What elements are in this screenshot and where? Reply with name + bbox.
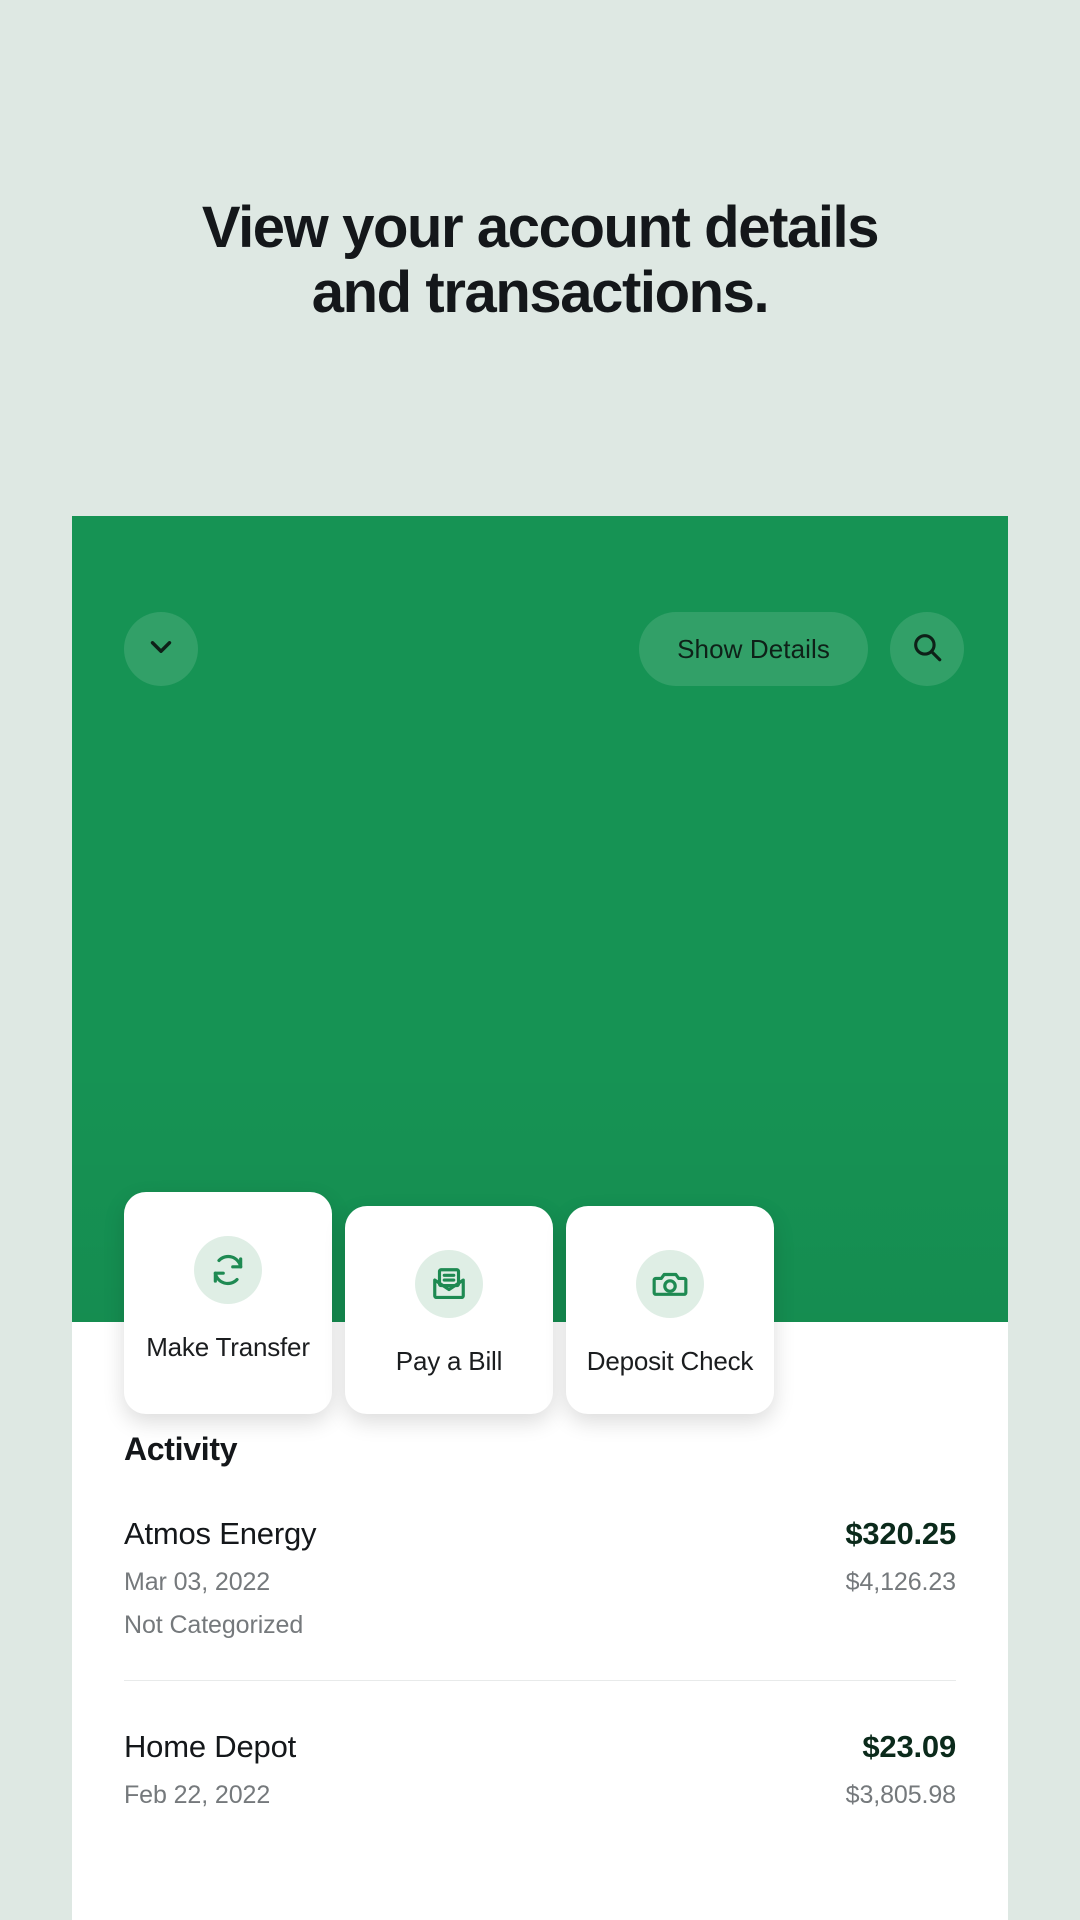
transfer-sync-icon xyxy=(194,1236,262,1304)
promo-heading-line-1: View your account details xyxy=(201,195,880,260)
quick-action-deposit-check[interactable]: Deposit Check xyxy=(566,1206,774,1414)
hero-topbar-actions: Show Details xyxy=(639,612,964,686)
transaction-running-balance: $4,126.23 xyxy=(845,1568,956,1596)
collapse-account-button[interactable] xyxy=(124,612,198,686)
transaction-amount: $320.25 xyxy=(845,1516,956,1551)
transaction-category: Not Categorized xyxy=(124,1611,304,1639)
quick-action-make-transfer[interactable]: Make Transfer xyxy=(124,1192,332,1414)
chevron-down-icon xyxy=(144,630,178,669)
camera-icon xyxy=(636,1250,704,1318)
show-details-button[interactable]: Show Details xyxy=(639,612,868,686)
transaction-merchant: Atmos Energy xyxy=(124,1516,317,1551)
quick-action-pay-a-bill[interactable]: Pay a Bill xyxy=(345,1206,553,1414)
quick-action-label: Deposit Check xyxy=(586,1346,754,1376)
transaction-date: Feb 22, 2022 xyxy=(124,1781,271,1809)
search-icon xyxy=(910,630,944,669)
hero-topbar: Show Details xyxy=(124,612,964,686)
transaction-secondary-row: Mar 03, 2022 $4,126.23 xyxy=(124,1568,956,1597)
transaction-merchant: Home Depot xyxy=(124,1729,297,1764)
bill-envelope-icon xyxy=(415,1250,483,1318)
transaction-primary-row: Atmos Energy $320.25 xyxy=(124,1516,956,1552)
quick-actions: Make Transfer Pay a Bill Deposit Check xyxy=(124,1192,774,1414)
promo-heading-line-2: and transactions. xyxy=(311,259,770,325)
quick-action-label: Pay a Bill xyxy=(395,1346,503,1376)
phone-screen: Show Details Primary Checking ····3254 xyxy=(72,516,1008,1920)
table-row[interactable]: Atmos Energy $320.25 Mar 03, 2022 $4,126… xyxy=(124,1468,956,1681)
transaction-running-balance: $3,805.98 xyxy=(845,1781,956,1809)
search-button[interactable] xyxy=(890,612,964,686)
transaction-date: Mar 03, 2022 xyxy=(124,1568,271,1596)
quick-action-label: Make Transfer xyxy=(146,1332,310,1362)
transaction-secondary-row: Feb 22, 2022 $3,805.98 xyxy=(124,1781,956,1810)
table-row[interactable]: Home Depot $23.09 Feb 22, 2022 $3,805.98 xyxy=(124,1681,956,1850)
show-details-label: Show Details xyxy=(677,633,830,664)
transaction-amount: $23.09 xyxy=(862,1729,956,1764)
promo-heading: View your account details and transactio… xyxy=(0,195,1080,326)
transaction-primary-row: Home Depot $23.09 xyxy=(124,1729,956,1765)
